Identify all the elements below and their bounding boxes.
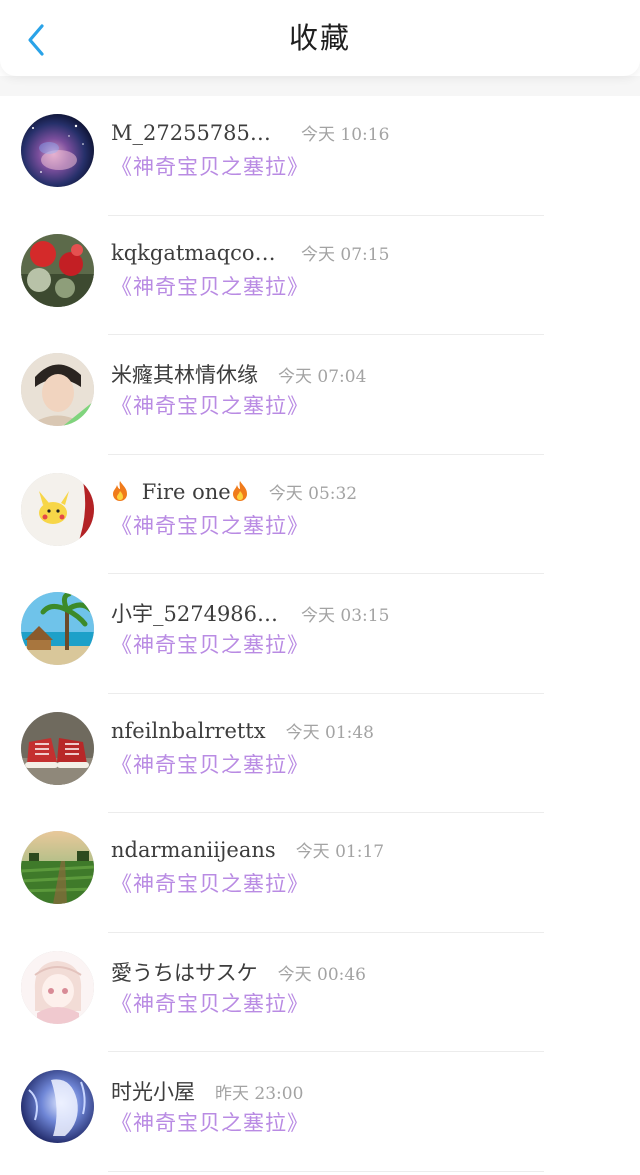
flowers-avatar[interactable] — [21, 233, 94, 307]
user-name: 愛うちはサスケ — [111, 960, 258, 985]
book-title[interactable]: 《神奇宝贝之塞拉》 — [111, 749, 309, 779]
timestamp: 今天 05:32 — [268, 483, 358, 504]
selfie-avatar[interactable] — [21, 353, 94, 426]
user-name: nfeilnbalrrettx — [111, 718, 266, 743]
sneakers-avatar[interactable] — [21, 711, 94, 785]
favorites-list: M_2725578573… 今天 10:16 《神奇宝贝之塞拉》 kqkgatm… — [0, 96, 640, 1175]
book-title[interactable]: 《神奇宝贝之塞拉》 — [111, 151, 309, 181]
list-item[interactable]: M_2725578573… 今天 10:16 《神奇宝贝之塞拉》 — [0, 96, 640, 216]
timestamp: 今天 03:15 — [301, 606, 390, 626]
user-name: 小宇_527498627 — [111, 602, 281, 626]
book-title[interactable]: 《神奇宝贝之塞拉》 — [111, 988, 309, 1018]
user-name: 时光小屋 — [111, 1080, 195, 1104]
page-title: 收藏 — [288, 21, 351, 55]
user-name: 米癃其林情休缘 — [111, 363, 258, 387]
book-title[interactable]: 《神奇宝贝之塞拉》 — [111, 390, 309, 420]
user-name-text: Fire one — [141, 479, 231, 504]
timestamp: 今天 07:15 — [301, 244, 390, 265]
beach-avatar[interactable] — [21, 592, 94, 665]
header-spacer — [0, 76, 640, 96]
top-bar: 收藏 — [0, 0, 640, 76]
list-item[interactable]: 时光小屋 昨天 23:00 《神奇宝贝之塞拉》 — [0, 1052, 640, 1172]
timestamp: 今天 10:16 — [301, 125, 390, 145]
fire-icon — [232, 480, 247, 501]
list-item[interactable]: nfeilnbalrrettx 今天 01:48 《神奇宝贝之塞拉》 — [0, 694, 640, 813]
list-item[interactable]: Fire one 今天 05:32 《神奇宝贝之塞拉》 — [0, 455, 640, 574]
book-title[interactable]: 《神奇宝贝之塞拉》 — [111, 1107, 309, 1137]
list-item[interactable]: 小宇_527498627 今天 03:15 《神奇宝贝之塞拉》 — [0, 574, 640, 694]
galaxy-avatar[interactable] — [21, 114, 94, 187]
timestamp: 昨天 23:00 — [215, 1084, 304, 1104]
fire-icon — [113, 480, 127, 501]
book-title[interactable]: 《神奇宝贝之塞拉》 — [111, 868, 309, 898]
book-title[interactable]: 《神奇宝贝之塞拉》 — [111, 629, 309, 659]
timestamp: 今天 00:46 — [277, 964, 366, 985]
field-avatar[interactable] — [21, 831, 94, 904]
user-name: Fire one — [111, 480, 249, 504]
blue-anime-avatar[interactable] — [21, 1070, 94, 1143]
timestamp: 今天 01:17 — [295, 842, 385, 862]
user-name: ndarmaniijeans — [111, 838, 276, 862]
timestamp: 今天 07:04 — [278, 367, 367, 387]
anime-girl-avatar[interactable] — [21, 950, 94, 1024]
book-title[interactable]: 《神奇宝贝之塞拉》 — [111, 271, 309, 301]
list-item[interactable]: 愛うちはサスケ 今天 00:46 《神奇宝贝之塞拉》 — [0, 933, 640, 1052]
list-item[interactable]: 米癃其林情休缘 今天 07:04 《神奇宝贝之塞拉》 — [0, 335, 640, 455]
pikachu-avatar[interactable] — [21, 472, 94, 546]
book-title[interactable]: 《神奇宝贝之塞拉》 — [111, 510, 309, 540]
timestamp: 今天 01:48 — [285, 722, 374, 743]
divider — [108, 1170, 544, 1172]
list-item[interactable]: ndarmaniijeans 今天 01:17 《神奇宝贝之塞拉》 — [0, 813, 640, 933]
list-item[interactable]: kqkgatmaqconie 今天 07:15 《神奇宝贝之塞拉》 — [0, 216, 640, 335]
user-name: M_2725578573… — [111, 121, 281, 145]
user-name: kqkgatmaqconie — [111, 240, 281, 265]
